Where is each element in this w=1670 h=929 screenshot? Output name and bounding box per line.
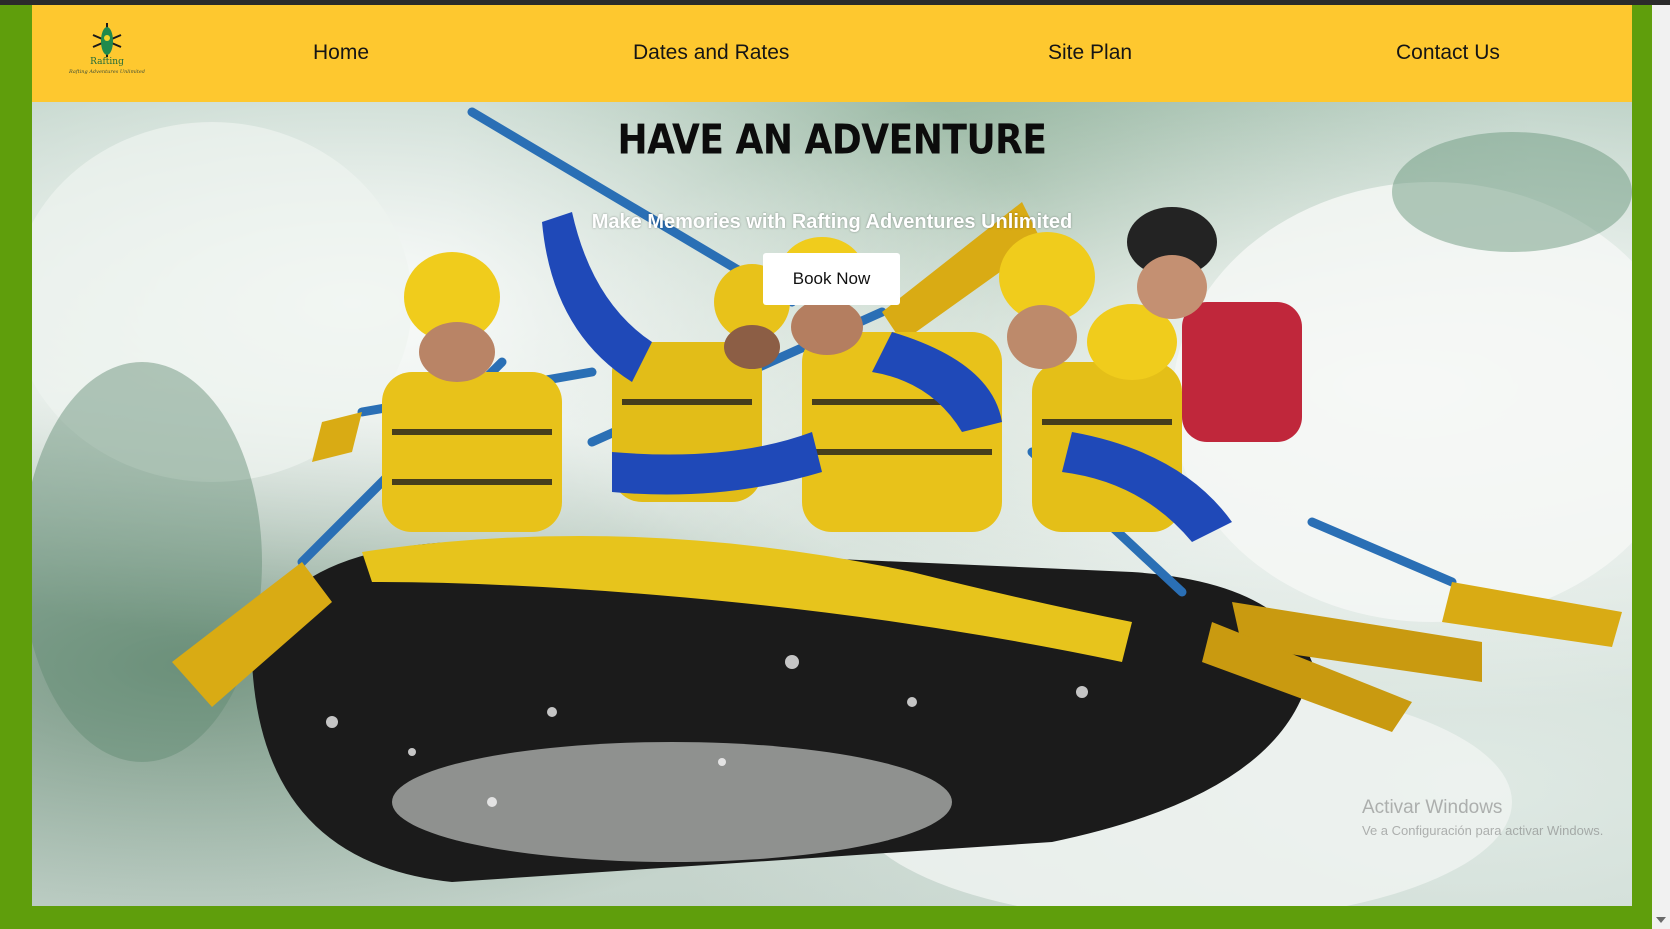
- watermark-line-1: Activar Windows: [1362, 797, 1503, 818]
- watermark-line-2: Ve a Configuración para activar Windows.: [1362, 823, 1604, 838]
- hero-banner: HAVE AN ADVENTURE Make Memories with Raf…: [32, 102, 1632, 906]
- logo-subtitle: Rafting Adventures Unlimited: [68, 69, 146, 75]
- nav-link-contact-us[interactable]: Contact Us: [1396, 41, 1500, 65]
- book-now-button[interactable]: Book Now: [763, 253, 900, 305]
- logo[interactable]: Rafting Rafting Adventures Unlimited: [66, 21, 148, 85]
- nav-link-dates-and-rates[interactable]: Dates and Rates: [633, 41, 789, 65]
- logo-title: Rafting: [90, 57, 124, 67]
- nav-link-home[interactable]: Home: [313, 41, 369, 65]
- navbar: Rafting Rafting Adventures Unlimited Hom…: [32, 5, 1632, 102]
- kayak-logo-icon: [92, 23, 122, 57]
- hero-title: HAVE AN ADVENTURE: [617, 116, 1047, 165]
- page-frame: Rafting Rafting Adventures Unlimited Hom…: [32, 5, 1632, 906]
- hero-subtitle: Make Memories with Rafting Adventures Un…: [591, 211, 1073, 233]
- scroll-down-arrow-icon[interactable]: [1656, 917, 1666, 923]
- vertical-scrollbar[interactable]: [1652, 5, 1670, 929]
- windows-activation-watermark: Activar Windows Ve a Configuración para …: [1362, 797, 1603, 838]
- nav-link-site-plan[interactable]: Site Plan: [1048, 41, 1132, 65]
